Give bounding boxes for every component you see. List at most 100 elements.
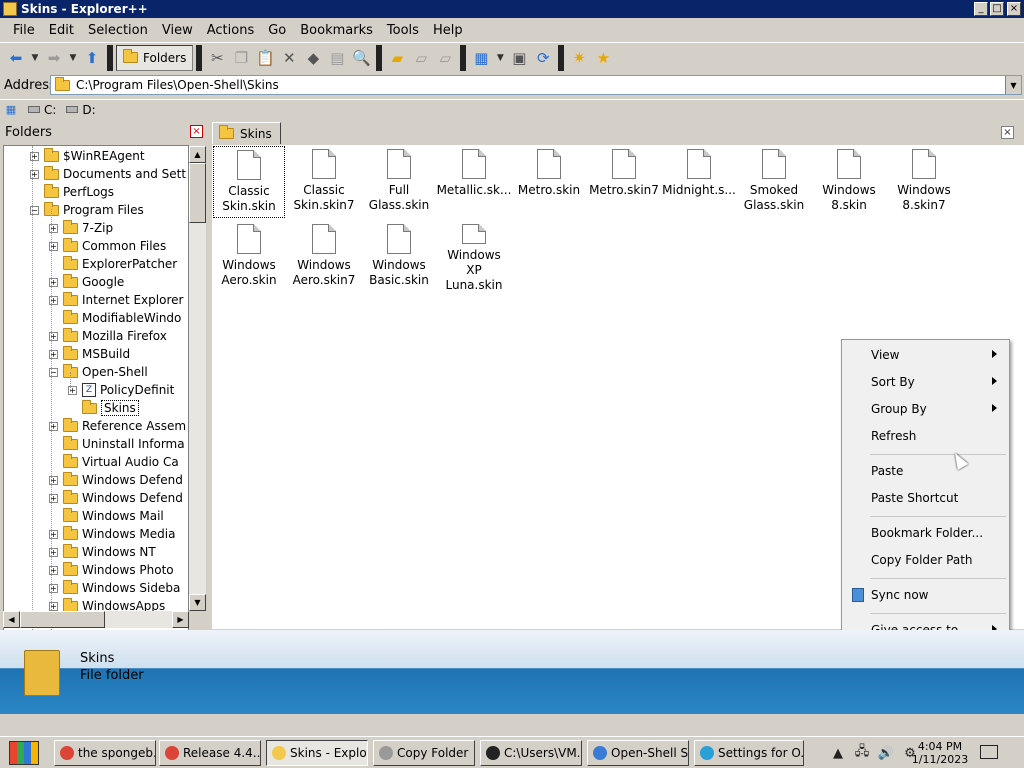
file-item[interactable]: Windows 8.skin [813,146,885,218]
file-item[interactable]: Full Glass.skin [363,146,435,218]
scroll-right-icon[interactable]: ▶ [172,611,189,628]
properties-icon[interactable]: ▤ [325,46,349,70]
close-button[interactable]: × [1007,2,1021,16]
copy-to-icon[interactable]: ▱ [409,46,433,70]
back-dropdown-icon[interactable]: ▼ [28,46,42,70]
search-folder-icon[interactable]: 🔍 [349,46,373,70]
menu-item-sync-now[interactable]: Sync now [844,583,1007,607]
taskbar-item[interactable]: Open-Shell S... [587,740,689,766]
tree-item[interactable]: + Google [49,273,124,291]
tree-item[interactable]: + Documents and Sett [30,165,186,183]
tree-item[interactable]: Skins [68,399,139,417]
cut-icon[interactable]: ✂ [205,46,229,70]
new-folder-icon[interactable]: ▰ [385,46,409,70]
notifications-icon[interactable] [980,745,998,759]
tree-item[interactable]: + Mozilla Firefox [49,327,167,345]
tree-item[interactable]: + Windows Defend [49,471,183,489]
show-hidden-icons-icon[interactable]: ▲ [826,746,850,761]
tree-item[interactable]: Uninstall Informa [49,435,185,453]
drive-button-c[interactable]: C: [28,103,56,117]
maximize-button[interactable]: □ [990,2,1004,16]
start-button[interactable] [4,739,44,767]
menu-go[interactable]: Go [261,23,293,38]
scroll-thumb[interactable] [20,611,105,628]
tree-item[interactable]: Windows Mail [49,507,164,525]
tree-horizontal-scrollbar[interactable]: ◀ ▶ [3,611,189,628]
menu-item-sort-by[interactable]: Sort By [844,370,1007,394]
taskbar-item[interactable]: Release 4.4.... [159,740,261,766]
bookmarks-icon[interactable]: ★ [591,46,615,70]
network-icon[interactable]: 🖧 [850,742,874,764]
volume-icon[interactable]: 🔊 [874,746,898,761]
menu-item-bookmark-folder[interactable]: Bookmark Folder... [844,521,1007,545]
tree-item[interactable]: + $WinREAgent [30,147,145,165]
menu-item-copy-folder-path[interactable]: Copy Folder Path [844,548,1007,572]
menu-view[interactable]: View [155,23,200,38]
paste-icon[interactable]: 📋 [253,46,277,70]
tree-item[interactable]: + MSBuild [49,345,130,363]
file-item[interactable]: Windows 8.skin7 [888,146,960,218]
tree-item[interactable]: − Open-Shell [49,363,148,381]
taskbar-item[interactable]: Copy Folder [373,740,475,766]
file-item[interactable]: Classic Skin.skin [213,146,285,218]
tree-item[interactable]: + Windows NT [49,543,156,561]
refresh-icon[interactable]: ⟳ [531,46,555,70]
menu-tools[interactable]: Tools [380,23,426,38]
close-folders-pane-icon[interactable]: × [190,125,203,138]
folder-tree[interactable]: + $WinREAgent + Documents and Sett PerfLogs −… [3,145,189,631]
address-input[interactable]: C:\Program Files\Open-Shell\Skins ▼ [50,75,1022,95]
tree-item[interactable]: + Common Files [49,237,166,255]
menu-item-paste[interactable]: Paste [844,459,1007,483]
menu-item-paste-shortcut[interactable]: Paste Shortcut [844,486,1007,510]
menu-actions[interactable]: Actions [200,23,262,38]
address-dropdown-icon[interactable]: ▼ [1005,76,1021,94]
tree-item[interactable]: Virtual Audio Ca [49,453,179,471]
add-bookmark-icon[interactable]: ✷ [567,46,591,70]
file-item[interactable]: Windows Basic.skin [363,221,435,293]
drive-button-d[interactable]: D: [66,103,96,117]
tree-item[interactable]: ModifiableWindo [49,309,181,327]
close-tab-icon[interactable]: × [1001,126,1014,139]
tree-item[interactable]: + Windows Photo [49,561,174,579]
views-icon[interactable]: ▦ [469,46,493,70]
menu-item-group-by[interactable]: Group By [844,397,1007,421]
folders-toggle-button[interactable]: Folders [116,44,194,71]
tab-skins[interactable]: Skins [212,122,281,144]
scroll-down-icon[interactable]: ▼ [189,594,206,611]
tree-item[interactable]: PerfLogs [30,183,114,201]
menu-item-view[interactable]: View [844,343,1007,367]
forward-icon[interactable]: ➡ [42,46,66,70]
tree-item[interactable]: + Z PolicyDefinit [68,381,174,399]
menu-selection[interactable]: Selection [81,23,155,38]
scroll-left-icon[interactable]: ◀ [3,611,20,628]
file-item[interactable]: Metro.skin [513,146,585,218]
file-item[interactable]: Metallic.sk... [437,146,511,218]
delete-icon[interactable]: ✕ [277,46,301,70]
menu-file[interactable]: File [6,23,42,38]
clock[interactable]: 4:04 PM 1/11/2023 [910,740,970,766]
views-dropdown-icon[interactable]: ▼ [493,46,507,70]
menu-item-refresh[interactable]: Refresh [844,424,1007,448]
tree-item[interactable]: +7-Zip [49,219,113,237]
tree-item[interactable]: + Reference Assem [49,417,186,435]
taskbar-item[interactable]: Skins - Explor... [266,740,368,766]
forward-dropdown-icon[interactable]: ▼ [66,46,80,70]
back-icon[interactable]: ⬅ [4,46,28,70]
scroll-thumb[interactable] [189,163,206,223]
delete-permanently-icon[interactable]: ◆ [301,46,325,70]
copy-icon[interactable]: ❐ [229,46,253,70]
menu-bookmarks[interactable]: Bookmarks [293,23,380,38]
move-to-icon[interactable]: ▱ [433,46,457,70]
tree-item[interactable]: + Windows Media [49,525,175,543]
up-icon[interactable]: ⬆ [80,46,104,70]
file-item[interactable]: Midnight.s... [662,146,736,218]
scroll-up-icon[interactable]: ▲ [189,146,206,163]
file-item[interactable]: Windows XP Luna.skin [438,221,510,293]
tree-item[interactable]: − Program Files [30,201,144,219]
file-item[interactable]: Classic Skin.skin7 [288,146,360,218]
menu-help[interactable]: Help [426,23,470,38]
tree-item[interactable]: + Internet Explorer [49,291,183,309]
taskbar-item[interactable]: C:\Users\VM... [480,740,582,766]
menu-edit[interactable]: Edit [42,23,81,38]
taskbar-item[interactable]: Settings for O... [694,740,804,766]
